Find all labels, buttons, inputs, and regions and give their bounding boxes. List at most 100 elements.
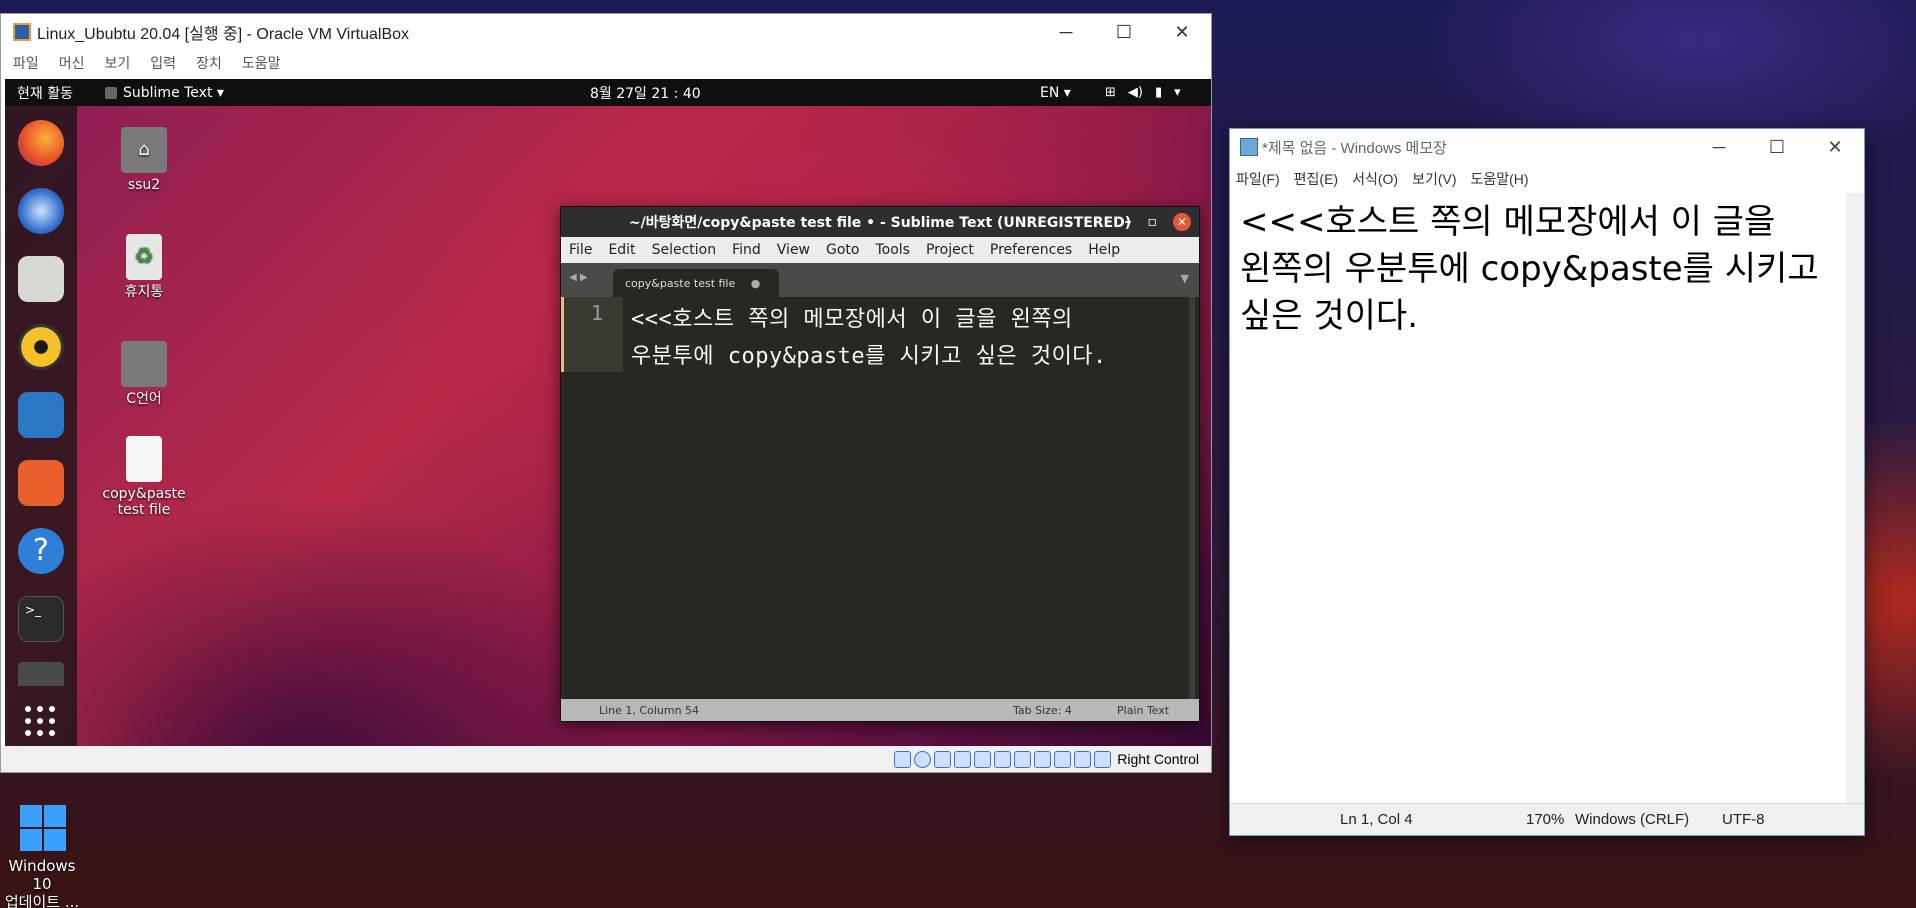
- desktop-icon-label: copy&paste test file: [102, 486, 186, 518]
- menu-help[interactable]: 도움말(H): [1471, 169, 1529, 189]
- shared-folder-icon[interactable]: [994, 750, 1012, 768]
- menu-goto[interactable]: Goto: [826, 242, 859, 258]
- line-number: 1: [561, 297, 623, 372]
- keyboard-icon[interactable]: [1094, 750, 1112, 768]
- usb-icon[interactable]: [974, 750, 992, 768]
- notepad-title: *제목 없음 - Windows 메모장: [1262, 139, 1447, 157]
- firefox-icon[interactable]: [18, 120, 64, 166]
- desktop-icon-label: 휴지통: [124, 284, 164, 300]
- home-folder-icon: ⌂: [121, 127, 167, 173]
- tab-label: copy&paste test file: [625, 277, 736, 290]
- ubuntu-guest-screen[interactable]: 현재 활동 Sublime Text ▾ 8월 27일 21 : 40 EN ▾…: [5, 79, 1211, 746]
- zoom-level: 170%: [1526, 811, 1565, 828]
- menu-help[interactable]: Help: [1088, 242, 1120, 258]
- notepad-menubar: 파일(F) 편집(E) 서식(O) 보기(V) 도움말(H): [1230, 165, 1864, 193]
- notepad-titlebar[interactable]: *제목 없음 - Windows 메모장 ─ ☐ ✕: [1230, 129, 1864, 165]
- minimize-button[interactable]: ─: [1037, 22, 1095, 43]
- input-language[interactable]: EN ▾: [1040, 85, 1071, 101]
- maximize-button[interactable]: ☐: [1095, 22, 1153, 43]
- sublime-titlebar[interactable]: ~/바탕화면/copy&paste test file • - Sublime …: [561, 207, 1199, 237]
- vertical-scrollbar[interactable]: [1846, 193, 1864, 803]
- thunderbird-icon[interactable]: [18, 188, 64, 234]
- sublime-statusbar: Line 1, Column 54 Tab Size: 4 Plain Text: [561, 699, 1199, 721]
- host-key-label: Right Control: [1117, 751, 1199, 767]
- clock[interactable]: 8월 27일 21 : 40: [590, 83, 701, 103]
- cpu-icon[interactable]: [1054, 750, 1072, 768]
- vertical-scrollbar[interactable]: [1189, 297, 1195, 699]
- virtualbox-statusbar: Right Control: [1, 746, 1211, 772]
- activities-button[interactable]: 현재 활동: [5, 83, 105, 103]
- app-menu[interactable]: Sublime Text ▾: [105, 85, 224, 101]
- tab-size[interactable]: Tab Size: 4: [1013, 704, 1072, 717]
- close-button[interactable]: ✕: [1173, 213, 1191, 231]
- menu-input[interactable]: 입력: [150, 53, 176, 73]
- code-text[interactable]: <<<호스트 쪽의 메모장에서 이 글을 왼쪽의 우분투에 copy&paste…: [631, 301, 1171, 375]
- tab-nav-arrows-icon[interactable]: ◀ ▶: [569, 272, 588, 283]
- rhythmbox-icon[interactable]: [18, 324, 64, 370]
- audio-icon[interactable]: [934, 750, 952, 768]
- menu-view[interactable]: 보기(V): [1412, 169, 1456, 189]
- menu-file[interactable]: 파일: [13, 53, 39, 73]
- battery-icon: ▮: [1154, 85, 1163, 100]
- mouse-integration-icon[interactable]: [1074, 750, 1092, 768]
- code-line-2: 우분투에 copy&paste를 시키고 싶은 것이다.: [631, 344, 1107, 369]
- terminal-icon[interactable]: >_: [18, 596, 64, 642]
- menu-devices[interactable]: 장치: [196, 53, 222, 73]
- menu-edit[interactable]: 편집(E): [1294, 169, 1338, 189]
- sublime-editor[interactable]: 1 <<<호스트 쪽의 메모장에서 이 글을 왼쪽의 우분투에 copy&pas…: [561, 297, 1199, 699]
- ubuntu-software-icon[interactable]: [18, 460, 64, 506]
- menu-file[interactable]: 파일(F): [1236, 169, 1280, 189]
- line-ending: Windows (CRLF): [1575, 811, 1690, 828]
- menu-view[interactable]: View: [777, 242, 810, 258]
- virtualbox-titlebar[interactable]: Linux_Ububtu 20.04 [실행 중] - Oracle VM Vi…: [1, 14, 1211, 50]
- menu-preferences[interactable]: Preferences: [990, 242, 1072, 258]
- files-icon[interactable]: [18, 256, 64, 302]
- hard-disk-icon[interactable]: [894, 750, 912, 768]
- menu-tools[interactable]: Tools: [875, 242, 910, 258]
- menu-edit[interactable]: Edit: [608, 242, 635, 258]
- close-button[interactable]: ✕: [1153, 22, 1211, 43]
- encoding: UTF-8: [1722, 811, 1765, 828]
- desktop-icon-trash[interactable]: ♻ 휴지통: [89, 234, 199, 300]
- maximize-button[interactable]: ▫: [1148, 214, 1158, 230]
- recording-icon[interactable]: [1034, 750, 1052, 768]
- help-icon[interactable]: ?: [18, 528, 64, 574]
- desktop-icon-c-folder[interactable]: C언어: [89, 341, 199, 407]
- notepad-app-icon: [1240, 138, 1258, 156]
- menu-format[interactable]: 서식(O): [1352, 169, 1398, 189]
- display-icon[interactable]: [1014, 750, 1032, 768]
- desktop-icon-copy-paste-file[interactable]: copy&paste test file: [89, 436, 199, 518]
- menu-project[interactable]: Project: [926, 242, 974, 258]
- menu-find[interactable]: Find: [732, 242, 761, 258]
- unsaved-dot-icon[interactable]: ●: [751, 277, 761, 290]
- desktop-icon-ssu2[interactable]: ⌂ ssu2: [89, 127, 199, 193]
- menu-machine[interactable]: 머신: [59, 53, 85, 73]
- minimize-button[interactable]: ─: [1690, 137, 1748, 158]
- notepad-text-area[interactable]: <<<호스트 쪽의 메모장에서 이 글을 왼쪽의 우분투에 copy&paste…: [1230, 193, 1846, 803]
- network-icon[interactable]: [954, 750, 972, 768]
- sublime-text-window: ~/바탕화면/copy&paste test file • - Sublime …: [560, 206, 1200, 722]
- libreoffice-writer-icon[interactable]: [18, 392, 64, 438]
- ubuntu-dock: ? >_: [5, 106, 77, 746]
- code-line-1: <<<호스트 쪽의 메모장에서 이 글을 왼쪽의: [631, 307, 1073, 332]
- menu-view[interactable]: 보기: [105, 53, 131, 73]
- tab-copy-paste-test-file[interactable]: copy&paste test file ●: [613, 269, 779, 297]
- maximize-button[interactable]: ☐: [1748, 137, 1806, 158]
- show-applications-icon[interactable]: [25, 706, 57, 738]
- sublime-small-icon: [105, 86, 117, 99]
- tab-dropdown-icon[interactable]: ▼: [1181, 272, 1189, 285]
- menu-file[interactable]: File: [569, 242, 592, 258]
- windows10-update-shortcut[interactable]: Windows 10 업데이트 ...: [2, 803, 82, 908]
- menu-help[interactable]: 도움말: [242, 53, 281, 73]
- minimize-button[interactable]: –: [1125, 214, 1132, 230]
- syntax-mode[interactable]: Plain Text: [1117, 704, 1169, 717]
- system-tray[interactable]: ⊞ ◀) ▮ ▾: [1105, 85, 1181, 100]
- chevron-down-icon: ▾: [1174, 85, 1181, 100]
- network-icon: ⊞: [1105, 85, 1116, 100]
- menu-selection[interactable]: Selection: [652, 242, 717, 258]
- close-button[interactable]: ✕: [1806, 137, 1864, 158]
- sublime-dock-icon[interactable]: [18, 662, 64, 686]
- cursor-position: Line 1, Column 54: [599, 703, 700, 717]
- optical-drive-icon[interactable]: [914, 750, 932, 768]
- app-menu-label: Sublime Text ▾: [123, 84, 224, 101]
